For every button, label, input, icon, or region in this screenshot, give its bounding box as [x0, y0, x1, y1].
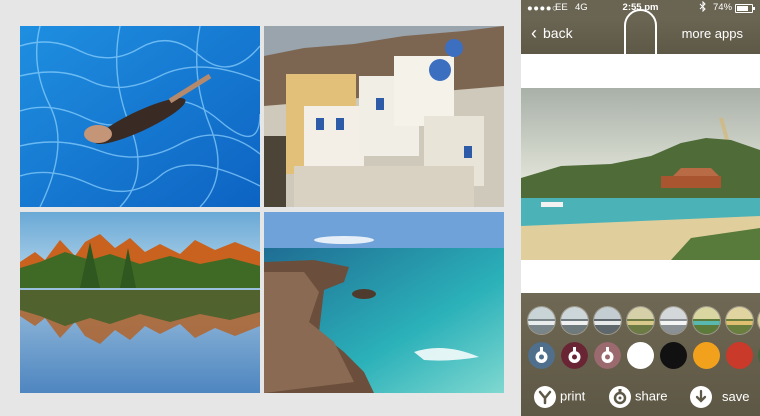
filter-thumb-6[interactable] — [693, 307, 720, 334]
battery-icon — [735, 4, 755, 13]
santorini-photo[interactable] — [264, 26, 504, 207]
photo-preview[interactable] — [521, 88, 760, 260]
share-button[interactable]: share — [609, 385, 668, 408]
more-apps-button[interactable]: more apps — [682, 26, 743, 41]
phone-screen: ●●●●○ EE 4G 2:55 pm 74% ‹back more apps — [521, 0, 760, 416]
frame-style-3[interactable] — [594, 342, 621, 369]
frame-style-1[interactable] — [528, 342, 555, 369]
back-label: back — [543, 25, 573, 41]
color-swatch-orange[interactable] — [693, 342, 720, 369]
share-icon — [609, 385, 631, 408]
color-swatch-white[interactable] — [627, 342, 654, 369]
selected-filter-ring — [624, 9, 657, 81]
rocky-coast-photo[interactable] — [264, 212, 504, 393]
battery-percent: 74% — [713, 2, 733, 13]
bluetooth-icon — [699, 0, 707, 15]
save-button[interactable]: save — [690, 385, 750, 408]
filter-thumb-7[interactable] — [726, 307, 753, 334]
print-label: print — [560, 388, 586, 404]
pool-photo[interactable] — [20, 26, 260, 207]
filter-thumb-3[interactable] — [594, 307, 621, 334]
chevron-left-icon: ‹ — [531, 23, 537, 43]
filter-thumb-1[interactable] — [528, 307, 555, 334]
color-swatch-black[interactable] — [660, 342, 687, 369]
back-button[interactable]: ‹ back — [531, 23, 573, 43]
lake-reflection-photo[interactable] — [20, 212, 260, 393]
share-label: share — [635, 388, 668, 404]
download-icon — [690, 385, 712, 408]
color-swatch-red[interactable] — [726, 342, 753, 369]
print-button[interactable]: print — [534, 385, 586, 408]
filter-thumb-5[interactable] — [660, 307, 687, 334]
print-icon — [534, 385, 556, 408]
filter-thumb-4-selected[interactable] — [627, 307, 654, 334]
save-label: save — [722, 388, 750, 404]
frame-style-2[interactable] — [561, 342, 588, 369]
filter-thumb-2[interactable] — [561, 307, 588, 334]
